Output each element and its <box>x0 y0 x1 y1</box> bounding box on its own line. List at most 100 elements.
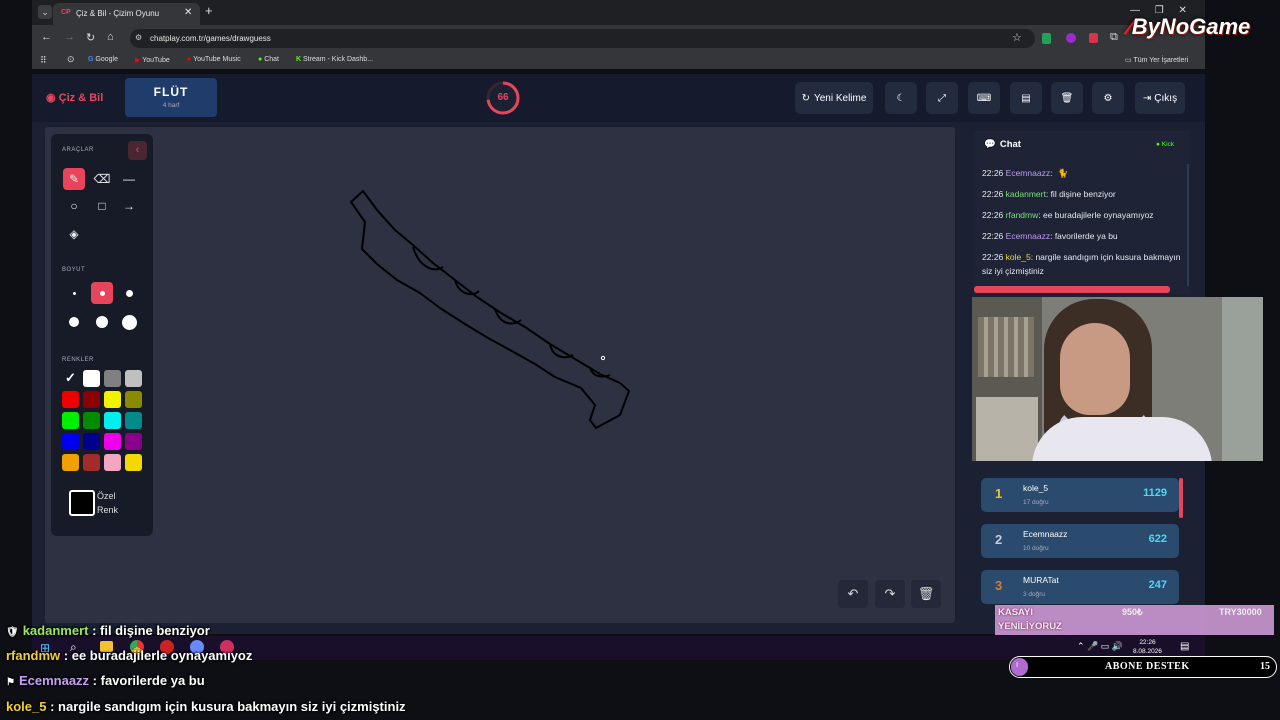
site-info-icon[interactable]: ⚙ <box>135 33 142 42</box>
taskbar-clock[interactable]: 22:26 8.08.2026 <box>1133 638 1162 656</box>
home-icon[interactable]: ⌂ <box>107 31 114 43</box>
bookmark-youtube[interactable]: ▶ YouTube <box>135 56 170 64</box>
color-swatch[interactable] <box>83 391 100 408</box>
exit-button[interactable]: ⇥ Çıkış <box>1135 82 1185 114</box>
keyboard-icon: ⌨ <box>976 92 992 104</box>
drawing-canvas[interactable]: ↶ ↷ 🗑 <box>45 127 955 623</box>
pencil-tool[interactable]: ✎ <box>63 168 85 190</box>
app-header: ◉ Çiz & Bil FLÜT 4 harf 66 ↻ Yeni Kelime … <box>32 74 1205 122</box>
bookmark-youtube-music[interactable]: ● YouTube Music <box>187 56 241 63</box>
bookmark-chat[interactable]: ● Chat <box>258 56 279 63</box>
broadcaster-badge-icon: ⚑ <box>6 677 15 688</box>
fullscreen-button[interactable]: ⤢ <box>926 82 958 114</box>
forward-icon[interactable]: → <box>64 31 75 43</box>
chat-progress-bar <box>974 286 1170 293</box>
color-swatch[interactable] <box>62 433 79 450</box>
color-swatch[interactable] <box>62 454 79 471</box>
color-swatch[interactable] <box>62 391 79 408</box>
color-swatch[interactable] <box>62 412 79 429</box>
chat-scrollbar[interactable] <box>1187 164 1189 286</box>
color-swatch[interactable] <box>104 433 121 450</box>
square-icon: □ <box>98 199 106 213</box>
color-swatch[interactable] <box>125 370 142 387</box>
brush-size-4[interactable] <box>63 311 85 333</box>
eraser-tool[interactable]: ⌫ <box>91 168 113 190</box>
apps-grid-icon[interactable]: ⠿ <box>40 55 47 66</box>
extensions-area: ⧉ <box>1042 31 1122 45</box>
clear-button[interactable]: 🗑 <box>1051 82 1083 114</box>
clear-canvas-button[interactable]: 🗑 <box>911 580 941 608</box>
extension-purple-icon[interactable] <box>1066 33 1076 43</box>
stream-chat-separator: : <box>60 648 72 663</box>
fill-tool[interactable]: ◈ <box>63 223 85 245</box>
bookmark-all[interactable]: ▭ Tüm Yer İşaretleri <box>1125 56 1188 64</box>
tray-icons[interactable]: ⌃ 🎤 ▭ 🔊 <box>1077 641 1123 652</box>
archive-button[interactable]: ▤ <box>1010 82 1042 114</box>
tools-header: ARAÇLAR <box>62 147 94 153</box>
leaderboard-scroll-accent <box>1179 478 1183 518</box>
brush-size-2[interactable] <box>91 282 113 304</box>
dark-mode-button[interactable]: ☾ <box>885 82 917 114</box>
brush-size-3[interactable] <box>118 282 140 304</box>
color-swatch[interactable] <box>83 370 100 387</box>
address-bar[interactable]: ⚙ chatplay.com.tr/games/drawguess ☆ <box>130 29 1035 48</box>
reload-icon[interactable]: ↻ <box>86 31 95 44</box>
brush-size-5[interactable] <box>91 311 113 333</box>
color-swatch[interactable]: ✓ <box>62 370 79 387</box>
arrow-tool[interactable]: → <box>118 195 140 217</box>
current-word: FLÜT <box>153 85 189 99</box>
color-swatch[interactable] <box>83 454 100 471</box>
url-text: chatplay.com.tr/games/drawguess <box>150 34 271 43</box>
chat-username[interactable]: Ecemnaazz <box>1006 168 1050 178</box>
chat-username[interactable]: kole_5 <box>1006 252 1031 262</box>
rectangle-tool[interactable]: □ <box>91 195 113 217</box>
flute-outline <box>350 190 630 429</box>
tab-search-button[interactable]: ⌄ <box>38 5 52 19</box>
custom-color-button[interactable] <box>69 490 95 516</box>
redo-button[interactable]: ↷ <box>875 580 905 608</box>
youtube-music-icon: ● <box>187 56 192 63</box>
color-swatch[interactable] <box>125 454 142 471</box>
subscriber-goal-icon: Ⅰ <box>1016 662 1019 669</box>
chat-username[interactable]: rfandmw <box>1006 210 1039 220</box>
bookmark-star-icon[interactable]: ☆ <box>1012 31 1022 44</box>
color-swatch[interactable] <box>125 412 142 429</box>
new-tab-button[interactable]: + <box>205 3 213 18</box>
color-swatch[interactable] <box>104 454 121 471</box>
settings-button[interactable]: ⚙ <box>1092 82 1124 114</box>
extension-red-icon[interactable] <box>1089 33 1098 43</box>
size-dot <box>125 289 133 297</box>
door <box>1222 297 1263 461</box>
bookmark-google[interactable]: G Google <box>88 56 118 63</box>
undo-button[interactable]: ↶ <box>838 580 868 608</box>
color-swatch[interactable] <box>104 412 121 429</box>
brush-size-6[interactable] <box>118 311 140 333</box>
brush-size-1[interactable] <box>63 282 85 304</box>
keyboard-button[interactable]: ⌨ <box>968 82 1000 114</box>
collapse-panel-button[interactable]: ‹ <box>128 141 147 160</box>
browser-tab[interactable]: CP Çiz & Bil - Çizim Oyunu ✕ <box>53 3 200 25</box>
stream-chat-text: fil dişine benziyor <box>100 623 210 638</box>
color-swatch[interactable] <box>83 412 100 429</box>
circle-tool[interactable]: ○ <box>63 195 85 217</box>
line-tool[interactable]: — <box>118 168 140 190</box>
bookmark-extension-icon[interactable]: ⊙ <box>67 54 75 65</box>
tab-close-icon[interactable]: ✕ <box>184 7 192 18</box>
paint-bucket-icon: ◈ <box>69 227 79 241</box>
back-icon[interactable]: ← <box>41 31 52 43</box>
bookmark-kick-dashboard[interactable]: K Stream - Kick Dashb... <box>296 56 373 63</box>
color-swatch[interactable] <box>104 370 121 387</box>
color-swatch[interactable] <box>125 391 142 408</box>
color-swatch[interactable] <box>125 433 142 450</box>
chat-username[interactable]: kadanmert <box>1006 189 1046 199</box>
app-logo[interactable]: ◉ Çiz & Bil <box>46 91 103 104</box>
notification-icon[interactable]: ▤ <box>1180 641 1189 652</box>
leaderboard-rank: 2 <box>995 532 1003 547</box>
extension-excel-icon[interactable] <box>1042 33 1051 44</box>
extensions-puzzle-icon[interactable]: ⧉ <box>1110 31 1118 44</box>
new-word-button[interactable]: ↻ Yeni Kelime <box>795 82 873 114</box>
color-swatch[interactable] <box>83 433 100 450</box>
color-swatch[interactable] <box>104 391 121 408</box>
subscriber-goal-count: 15 <box>1260 661 1270 672</box>
chat-username[interactable]: Ecemnaazz <box>1006 231 1050 241</box>
